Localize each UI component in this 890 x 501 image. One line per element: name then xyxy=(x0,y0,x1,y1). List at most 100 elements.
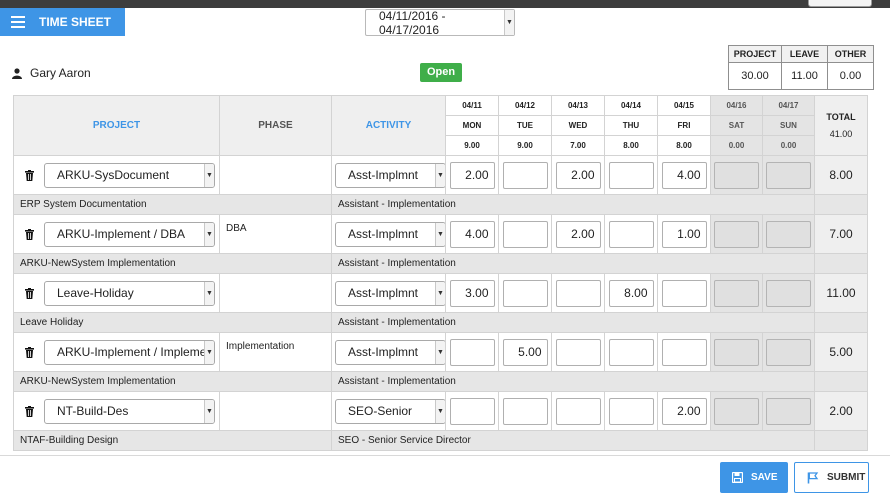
hours-input[interactable]: 8.00 xyxy=(608,279,654,307)
hamburger-icon[interactable] xyxy=(11,13,25,31)
project-select[interactable]: Leave-Holiday ▼ xyxy=(44,280,215,306)
activity-select[interactable]: Asst-Implmnt ▼ xyxy=(335,339,446,365)
save-label: SAVE xyxy=(751,472,778,483)
chevron-down-icon[interactable]: ▼ xyxy=(435,222,445,246)
hours-input[interactable]: 2.00 xyxy=(661,397,707,425)
project-select[interactable]: ARKU-Implement / Implemen ▼ xyxy=(44,339,215,365)
column-header-activity[interactable]: ACTIVITY xyxy=(331,95,446,156)
hours-input[interactable] xyxy=(608,338,654,366)
submit-button[interactable]: SUBMIT xyxy=(794,462,869,493)
day-total: 7.00 xyxy=(551,135,605,156)
project-select-value: NT-Build-Des xyxy=(57,404,129,418)
day-name: MON xyxy=(445,115,499,136)
day-date: 04/16 xyxy=(710,95,763,116)
hours-input[interactable] xyxy=(449,338,495,366)
hours-input[interactable] xyxy=(661,279,707,307)
chevron-down-icon[interactable]: ▼ xyxy=(504,10,514,35)
trash-icon[interactable] xyxy=(14,228,44,240)
hours-input[interactable]: 3.00 xyxy=(449,279,495,307)
hours-cell xyxy=(498,155,552,195)
project-select[interactable]: NT-Build-Des ▼ xyxy=(44,398,215,424)
timesheet-row: Leave-Holiday ▼ Asst-Implmnt ▼ 3.00 8.00 11.00 xyxy=(13,273,868,313)
timesheet-title-tab[interactable]: TIME SHEET xyxy=(0,8,125,36)
hours-input[interactable]: 4.00 xyxy=(449,220,495,248)
hours-input[interactable]: 1.00 xyxy=(661,220,707,248)
activity-cell: Asst-Implmnt ▼ xyxy=(331,332,446,372)
activity-description: Assistant - Implementation xyxy=(331,194,815,215)
top-bar-button[interactable] xyxy=(808,0,872,7)
project-select[interactable]: ARKU-SysDocument ▼ xyxy=(44,162,215,188)
description-spacer xyxy=(814,253,868,274)
description-spacer xyxy=(814,312,868,333)
activity-cell: Asst-Implmnt ▼ xyxy=(331,214,446,254)
hours-cell: 4.00 xyxy=(657,155,711,195)
hours-cell xyxy=(762,391,815,431)
hours-input[interactable] xyxy=(608,161,654,189)
hours-input[interactable] xyxy=(555,279,601,307)
chevron-down-icon[interactable]: ▼ xyxy=(204,340,214,364)
hours-input[interactable]: 2.00 xyxy=(555,220,601,248)
chevron-down-icon[interactable]: ▼ xyxy=(204,222,214,246)
column-header-project[interactable]: PROJECT xyxy=(13,95,220,156)
hours-input[interactable] xyxy=(608,220,654,248)
day-name: TUE xyxy=(498,115,552,136)
timesheet-row-description: ERP System Documentation Assistant - Impl… xyxy=(13,194,868,215)
hours-input[interactable] xyxy=(555,397,601,425)
hours-cell xyxy=(551,332,605,372)
day-date: 04/12 xyxy=(498,95,552,116)
trash-icon[interactable] xyxy=(14,287,44,299)
activity-select[interactable]: Asst-Implmnt ▼ xyxy=(335,280,446,306)
activity-select-value: Asst-Implmnt xyxy=(348,168,419,182)
project-select[interactable]: ARKU-Implement / DBA ▼ xyxy=(44,221,215,247)
project-select-value: Leave-Holiday xyxy=(57,286,134,300)
timesheet-row-description: ARKU-NewSystem Implementation Assistant -… xyxy=(13,371,868,392)
summary-value-project: 30.00 xyxy=(728,62,782,90)
hours-input[interactable]: 4.00 xyxy=(661,161,707,189)
trash-icon[interactable] xyxy=(14,169,44,181)
activity-description: Assistant - Implementation xyxy=(331,253,815,274)
activity-select[interactable]: Asst-Implmnt ▼ xyxy=(335,162,446,188)
summary-label-leave: LEAVE xyxy=(781,45,828,63)
chevron-down-icon[interactable]: ▼ xyxy=(435,281,445,305)
project-select-value: ARKU-SysDocument xyxy=(57,168,170,182)
hours-input[interactable] xyxy=(555,338,601,366)
save-button[interactable]: SAVE xyxy=(720,462,788,493)
hours-cell xyxy=(604,332,658,372)
hours-input[interactable] xyxy=(449,397,495,425)
chevron-down-icon[interactable]: ▼ xyxy=(204,399,214,423)
hours-cell xyxy=(604,155,658,195)
day-total: 0.00 xyxy=(762,135,815,156)
chevron-down-icon[interactable]: ▼ xyxy=(435,163,445,187)
project-select-value: ARKU-Implement / Implemen xyxy=(57,345,204,359)
hours-input[interactable]: 2.00 xyxy=(555,161,601,189)
chevron-down-icon[interactable]: ▼ xyxy=(435,340,445,364)
chevron-down-icon[interactable]: ▼ xyxy=(435,399,445,423)
trash-icon[interactable] xyxy=(14,346,44,358)
hours-input[interactable]: 5.00 xyxy=(502,338,548,366)
summary-label-project: PROJECT xyxy=(728,45,782,63)
chevron-down-icon[interactable]: ▼ xyxy=(204,281,214,305)
hours-input[interactable]: 2.00 xyxy=(449,161,495,189)
activity-select[interactable]: Asst-Implmnt ▼ xyxy=(335,221,446,247)
hours-input[interactable] xyxy=(608,397,654,425)
trash-icon[interactable] xyxy=(14,405,44,417)
phase-cell xyxy=(219,273,332,313)
hours-input[interactable] xyxy=(502,279,548,307)
chevron-down-icon[interactable]: ▼ xyxy=(204,163,214,187)
activity-select[interactable]: SEO-Senior ▼ xyxy=(335,398,446,424)
hours-input[interactable] xyxy=(502,397,548,425)
hours-cell xyxy=(762,332,815,372)
hours-input[interactable] xyxy=(661,338,707,366)
period-select[interactable]: 04/11/2016 - 04/17/2016 ▼ xyxy=(365,9,515,37)
hours-input[interactable] xyxy=(502,220,548,248)
flag-icon xyxy=(807,471,819,483)
hours-input[interactable] xyxy=(502,161,548,189)
phase-cell: DBA xyxy=(219,214,332,254)
hours-cell: 5.00 xyxy=(498,332,552,372)
hours-cell xyxy=(551,391,605,431)
activity-select-value: Asst-Implmnt xyxy=(348,227,419,241)
project-cell-content: ARKU-SysDocument ▼ xyxy=(14,162,219,188)
phase-cell: Implementation xyxy=(219,332,332,372)
hours-cell: 4.00 xyxy=(445,214,499,254)
hours-cell: 2.00 xyxy=(551,214,605,254)
